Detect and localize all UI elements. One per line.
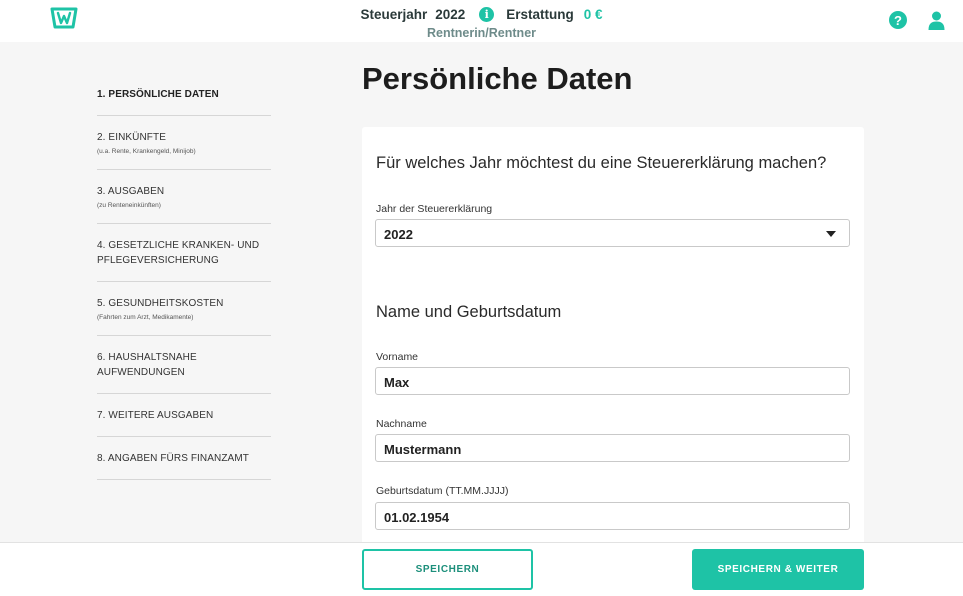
nav-step-household-services[interactable]: 6. HAUSHALTSNAHE AUFWENDUNGEN (97, 336, 271, 394)
nav-step-label: 7. WEITERE AUSGABEN (97, 410, 214, 421)
info-icon[interactable]: i (479, 6, 495, 22)
nav-step-label: 1. PERSÖNLICHE DATEN (97, 89, 219, 100)
first-name-label: Vorname (376, 351, 419, 363)
nav-step-label: 4. GESETZLICHE KRANKEN- UND PFLEGEVERSIC… (97, 240, 260, 266)
nav-step-tax-office[interactable]: 8. ANGABEN FÜRS FINANZAMT (97, 437, 271, 480)
tax-year-select[interactable]: 2022 (375, 219, 850, 247)
nav-step-label: 2. EINKÜNFTE (97, 132, 166, 143)
save-button[interactable]: SPEICHERN (362, 549, 533, 590)
top-header: Steuerjahr 2022 i Erstattung 0 € Rentner… (0, 0, 963, 42)
tax-summary: Steuerjahr 2022 i Erstattung 0 € Rentner… (0, 5, 963, 40)
nav-step-hint: (Fahrten zum Arzt, Medikamente) (97, 314, 194, 321)
step-navigation: 1. PERSÖNLICHE DATEN 2. EINKÜNFTE (u.a. … (97, 72, 271, 480)
tax-year-value: 2022 (435, 6, 466, 22)
tax-year-label: Steuerjahr (360, 6, 428, 22)
birthdate-input[interactable]: 01.02.1954 (375, 502, 850, 530)
nav-step-health-costs[interactable]: 5. GESUNDHEITSKOSTEN (Fahrten zum Arzt, … (97, 282, 271, 336)
nav-step-label: 8. ANGABEN FÜRS FINANZAMT (97, 453, 249, 464)
tax-year-field-label: Jahr der Steuererklärung (376, 203, 493, 215)
nav-step-other-expenses[interactable]: 7. WEITERE AUSGABEN (97, 394, 271, 437)
first-name-input[interactable]: Max (375, 367, 850, 395)
last-name-input[interactable]: Mustermann (375, 434, 850, 462)
nav-step-label: 6. HAUSHALTSNAHE AUFWENDUNGEN (97, 352, 197, 378)
refund-label: Erstattung (506, 6, 574, 22)
chevron-down-icon (826, 231, 836, 237)
nav-step-label: 5. GESUNDHEITSKOSTEN (97, 298, 224, 309)
nav-step-personal-data[interactable]: 1. PERSÖNLICHE DATEN (97, 72, 271, 116)
form-card: Für welches Jahr möchtest du eine Steuer… (362, 127, 864, 596)
last-name-label: Nachname (376, 418, 427, 430)
tax-year-selected: 2022 (384, 227, 413, 242)
year-question: Für welches Jahr möchtest du eine Steuer… (376, 154, 827, 172)
birthdate-label: Geburtsdatum (TT.MM.JJJJ) (376, 485, 509, 497)
profile-type[interactable]: Rentnerin/Rentner (0, 26, 963, 40)
nav-step-hint: (zu Renteneinkünften) (97, 202, 161, 209)
nav-step-expenses[interactable]: 3. AUSGABEN (zu Renteneinkünften) (97, 170, 271, 224)
refund-value: 0 € (583, 6, 603, 22)
save-and-continue-button[interactable]: SPEICHERN & WEITER (692, 549, 864, 590)
nav-step-health-insurance[interactable]: 4. GESETZLICHE KRANKEN- UND PFLEGEVERSIC… (97, 224, 271, 282)
user-icon[interactable] (928, 11, 945, 30)
action-footer: SPEICHERN SPEICHERN & WEITER (0, 542, 963, 596)
nav-step-label: 3. AUSGABEN (97, 186, 165, 197)
nav-step-hint: (u.a. Rente, Krankengeld, Minijob) (97, 148, 196, 155)
help-icon[interactable]: ? (889, 11, 907, 29)
page-title: Persönliche Daten (362, 61, 633, 96)
name-section-title: Name und Geburtsdatum (376, 303, 562, 321)
nav-step-income[interactable]: 2. EINKÜNFTE (u.a. Rente, Krankengeld, M… (97, 116, 271, 170)
